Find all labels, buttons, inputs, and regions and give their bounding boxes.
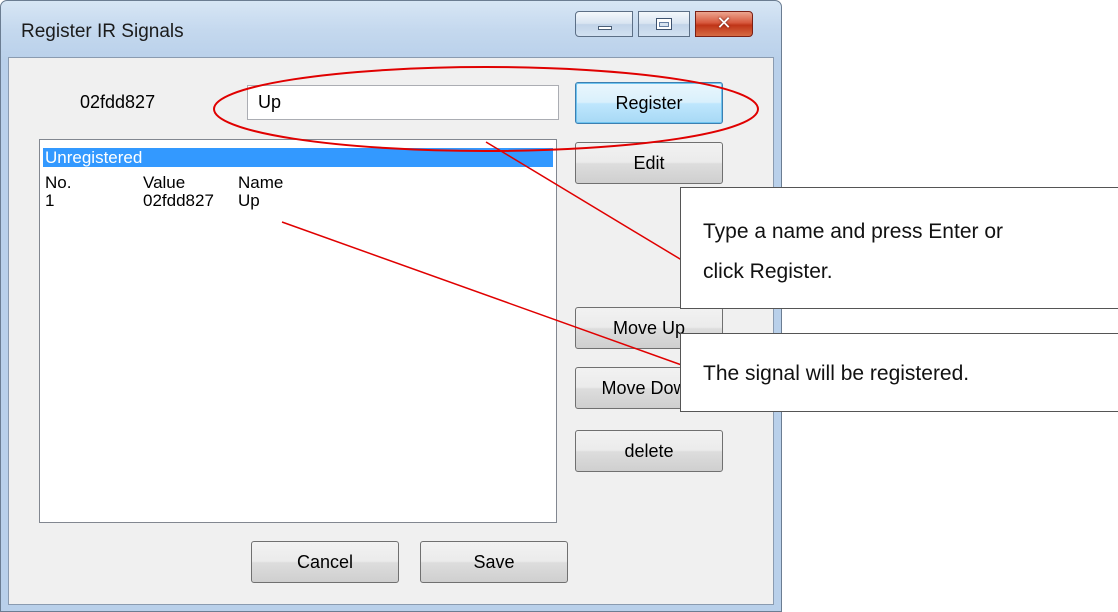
column-header-name: Name bbox=[238, 173, 284, 192]
edit-button[interactable]: Edit bbox=[575, 142, 723, 184]
list-group-header[interactable]: Unregistered bbox=[43, 148, 553, 167]
minimize-button[interactable] bbox=[575, 11, 633, 37]
signal-value-label: 02fdd827 bbox=[80, 92, 156, 112]
callout-signal-registered: The signal will be registered. bbox=[680, 333, 1118, 412]
maximize-icon bbox=[656, 18, 672, 30]
list-item-no: 1 bbox=[45, 191, 55, 210]
signal-list[interactable]: Unregistered No. Value Name 1 02fdd827 U… bbox=[39, 139, 557, 523]
close-icon: ✕ bbox=[716, 13, 732, 34]
callout-1-line-1: Type a name and press Enter or bbox=[703, 220, 1003, 243]
list-item-value: 02fdd827 bbox=[143, 191, 214, 210]
delete-button[interactable]: delete bbox=[575, 430, 723, 472]
register-button[interactable]: Register bbox=[575, 82, 723, 124]
minimize-icon bbox=[598, 26, 612, 30]
callout-type-name: Type a name and press Enter or click Reg… bbox=[680, 187, 1118, 309]
list-item-name: Up bbox=[238, 191, 260, 210]
column-header-no: No. bbox=[45, 173, 72, 192]
close-button[interactable]: ✕ bbox=[695, 11, 753, 37]
maximize-button[interactable] bbox=[638, 11, 690, 37]
cancel-button[interactable]: Cancel bbox=[251, 541, 399, 583]
save-button[interactable]: Save bbox=[420, 541, 568, 583]
signal-name-input[interactable] bbox=[247, 85, 559, 120]
title-bar[interactable]: Register IR Signals ✕ bbox=[1, 1, 781, 57]
register-ir-signals-window: Register IR Signals ✕ 02fdd827 Register … bbox=[0, 0, 782, 612]
callout-1-line-2: click Register. bbox=[703, 260, 833, 283]
column-header-value: Value bbox=[143, 173, 186, 192]
window-title: Register IR Signals bbox=[21, 21, 184, 42]
